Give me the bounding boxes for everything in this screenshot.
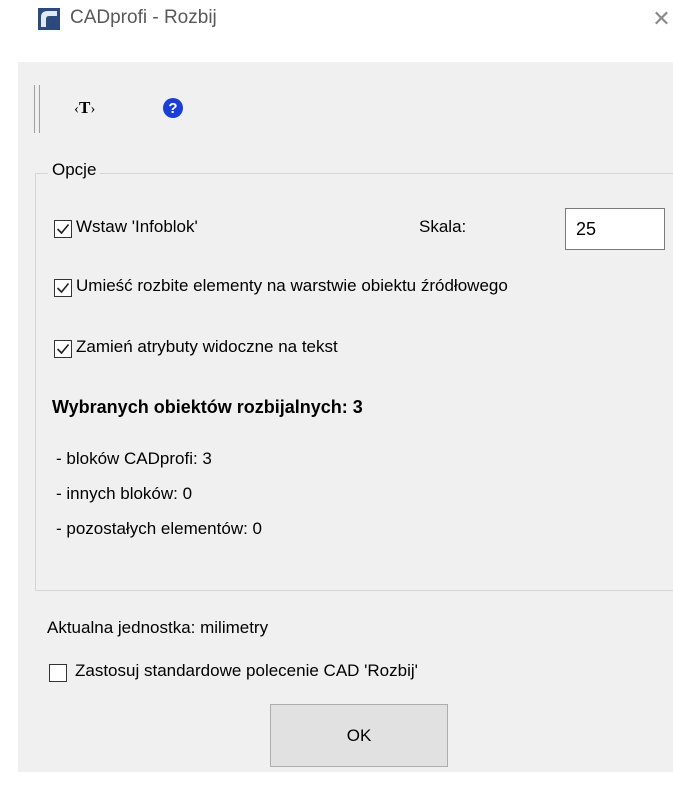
window-title: CADprofi - Rozbij [70, 7, 217, 28]
checkmark-icon [56, 282, 70, 294]
checkmark-icon [56, 223, 70, 235]
close-icon: ✕ [652, 6, 671, 31]
dialog-body: ‹T› ? Opcje Wstaw 'Infoblok' Skala: 25 U… [18, 62, 673, 772]
insert-infoblock-label: Wstaw 'Infoblok' [76, 217, 198, 236]
close-button[interactable]: ✕ [650, 4, 673, 34]
title-bar: CADprofi - Rozbij ✕ [0, 0, 673, 62]
scale-input[interactable]: 25 [565, 208, 665, 250]
insert-infoblock-checkbox[interactable] [54, 220, 72, 238]
selected-objects-summary: Wybranych obiektów rozbijalnych: 3 [52, 397, 363, 417]
use-standard-command-checkbox[interactable] [49, 664, 67, 682]
svg-text:?: ? [168, 100, 177, 117]
toolbar-grip[interactable] [34, 85, 40, 133]
scale-label: Skala: [419, 217, 467, 236]
insert-text-button[interactable]: ‹T› [74, 95, 114, 121]
breakdown-cadprofi-blocks: - bloków CADprofi: 3 [56, 449, 212, 468]
convert-attributes-label: Zamień atrybuty widoczne na tekst [76, 337, 338, 356]
cadprofi-app-icon [38, 8, 60, 30]
use-standard-command-label: Zastosuj standardowe polecenie CAD 'Rozb… [75, 661, 418, 680]
breakdown-remaining-elements: - pozostałych elementów: 0 [56, 519, 262, 538]
convert-attributes-checkbox[interactable] [54, 340, 72, 358]
breakdown-other-blocks: - innych bloków: 0 [56, 484, 193, 503]
ok-button[interactable]: OK [270, 704, 448, 767]
help-icon[interactable]: ? [162, 97, 184, 119]
place-on-source-layer-label: Umieść rozbite elementy na warstwie obie… [76, 276, 508, 295]
place-on-source-layer-checkbox[interactable] [54, 279, 72, 297]
checkmark-icon [56, 343, 70, 355]
current-unit-label: Aktualna jednostka: milimetry [47, 618, 269, 637]
options-group-label: Opcje [48, 160, 101, 180]
